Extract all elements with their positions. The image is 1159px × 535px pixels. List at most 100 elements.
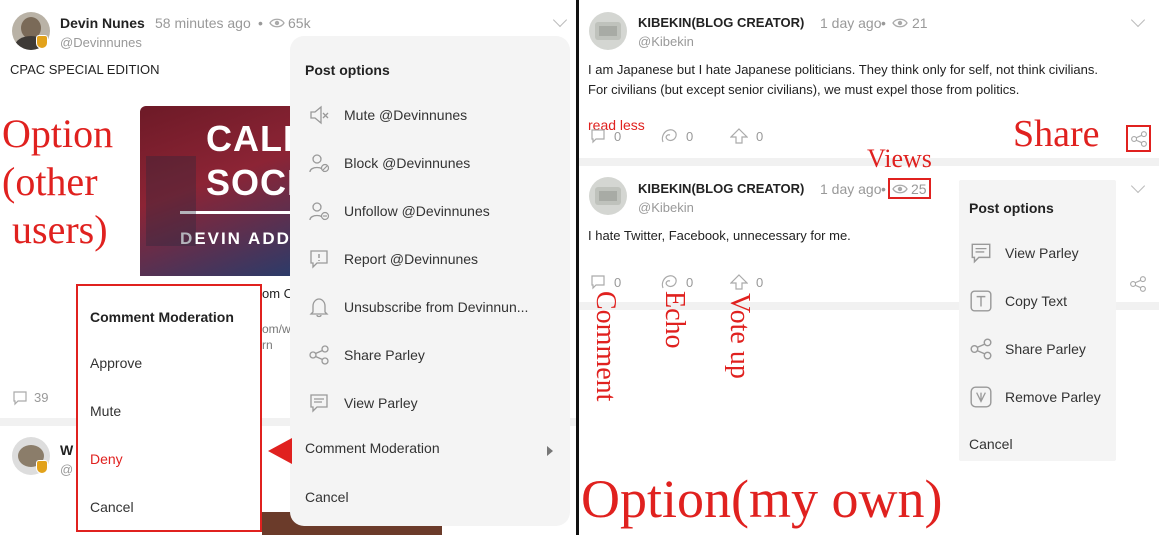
eye-icon xyxy=(892,18,908,28)
view-parley-option[interactable]: View Parley xyxy=(969,241,1079,265)
view-count: 65k xyxy=(288,15,311,31)
echo-action[interactable]: 0 xyxy=(660,274,693,290)
report-user-option[interactable]: Report @Devinnunes xyxy=(308,248,478,270)
echo-icon xyxy=(661,129,677,143)
arrow-up-icon xyxy=(730,128,748,144)
eye-icon xyxy=(269,18,285,28)
comment-action[interactable]: 0 xyxy=(590,128,621,144)
block-user-option[interactable]: Block @Devinnunes xyxy=(308,152,470,174)
post-author-handle[interactable]: @Devinnunes xyxy=(60,35,142,50)
menu-item-label: Share Parley xyxy=(344,347,425,363)
view-count: 21 xyxy=(912,15,928,31)
share-icon[interactable] xyxy=(1129,275,1147,293)
chevron-down-icon[interactable] xyxy=(552,12,568,28)
menu-item-label: Mute @Devinnunes xyxy=(344,107,468,123)
speech-bubble-icon xyxy=(591,275,605,290)
menu-item-label: Report @Devinnunes xyxy=(344,251,479,267)
post-timestamp: 58 minutes ago xyxy=(155,15,251,31)
speech-bubble-icon[interactable] xyxy=(12,390,28,406)
comment-action[interactable]: 0 xyxy=(590,274,621,290)
share-parley-option[interactable]: Share Parley xyxy=(308,344,425,366)
post-timestamp: 1 day ago xyxy=(820,15,882,31)
unfollow-user-option[interactable]: Unfollow @Devinnunes xyxy=(308,200,490,222)
post-author-name[interactable]: Devin Nunes xyxy=(60,15,145,31)
chevron-down-icon[interactable] xyxy=(1130,178,1146,194)
post-options-title: Post options xyxy=(969,200,1054,216)
report-icon xyxy=(310,250,328,269)
post-text-line: I am Japanese but I hate Japanese politi… xyxy=(588,62,1098,77)
arrow-up-icon xyxy=(730,274,748,290)
image-text-line: SOCIA xyxy=(206,162,290,203)
bell-icon xyxy=(309,298,329,318)
annotation-option-other: (other xyxy=(2,159,98,204)
share-icon xyxy=(309,345,329,365)
annotation-option-other: users) xyxy=(12,207,108,252)
vote-up-action[interactable]: 0 xyxy=(730,128,763,144)
post-image[interactable]: CALIF SOCIA DEVIN ADDR xyxy=(140,106,290,276)
menu-item-label: Comment Moderation xyxy=(305,440,440,456)
post-author-name[interactable]: KIBEKIN(BLOG CREATOR) xyxy=(638,15,804,30)
unfollow-icon xyxy=(309,202,330,221)
right-panel: KIBEKIN(BLOG CREATOR) 1 day ago • 21 @Ki… xyxy=(579,0,1159,535)
comment-moderation-title: Comment Moderation xyxy=(90,309,234,325)
post-options-menu: Post options Mute @Devinnunes Block @Dev… xyxy=(290,36,570,526)
comment-count: 39 xyxy=(34,390,49,405)
menu-item-label: Unfollow @Devinnunes xyxy=(344,203,490,219)
verified-badge-icon xyxy=(36,460,48,474)
image-text-line: DEVIN ADDR xyxy=(180,229,290,248)
share-icon[interactable] xyxy=(1130,130,1148,148)
view-parley-option[interactable]: View Parley xyxy=(308,392,418,414)
menu-item-label: Unsubscribe from Devinnun... xyxy=(344,299,529,315)
annotation-share: Share xyxy=(1013,113,1100,155)
menu-item-label: Share Parley xyxy=(1005,341,1086,357)
post-text: CPAC SPECIAL EDITION xyxy=(10,62,160,77)
annotation-comment: Comment xyxy=(590,291,621,402)
speech-bubble-icon xyxy=(591,129,605,144)
own-post-options-menu: Post options View Parley Copy Text Share… xyxy=(959,180,1116,461)
comment-moderation-menu: Comment Moderation Approve Mute Deny Can… xyxy=(76,284,262,532)
link-preview-title[interactable]: om C xyxy=(262,284,293,304)
comment-count: 0 xyxy=(614,274,622,290)
remove-parley-option[interactable]: Remove Parley xyxy=(969,385,1101,409)
view-parley-icon xyxy=(971,243,991,264)
unsubscribe-option[interactable]: Unsubscribe from Devinnun... xyxy=(308,296,528,318)
post2-author-name[interactable]: W xyxy=(60,442,73,458)
mute-icon xyxy=(310,105,329,125)
cancel-button[interactable]: Cancel xyxy=(90,499,134,515)
kibekin-avatar[interactable] xyxy=(589,12,627,50)
annotation-option-other: Option xyxy=(2,111,114,156)
cancel-button[interactable]: Cancel xyxy=(305,489,349,505)
annotation-views: Views xyxy=(867,144,932,173)
echo-action[interactable]: 0 xyxy=(660,128,693,144)
view-count: 25 xyxy=(911,181,927,197)
post-author-handle[interactable]: @Kibekin xyxy=(638,200,694,215)
chevron-down-icon[interactable] xyxy=(1130,12,1146,28)
cancel-button[interactable]: Cancel xyxy=(969,436,1013,452)
comment-count: 0 xyxy=(614,128,622,144)
image-rule xyxy=(180,211,290,214)
copy-text-option[interactable]: Copy Text xyxy=(969,289,1067,313)
post-author-handle[interactable]: @Kibekin xyxy=(638,34,694,49)
mute-user-option[interactable]: Mute @Devinnunes xyxy=(308,104,467,126)
comment-moderation-option[interactable]: Comment Moderation xyxy=(305,440,440,456)
image-figure xyxy=(146,156,196,246)
share-parley-option[interactable]: Share Parley xyxy=(969,337,1086,361)
vote-up-action[interactable]: 0 xyxy=(730,274,763,290)
post2-author-handle[interactable]: @ xyxy=(60,462,73,477)
echo-count: 0 xyxy=(686,274,694,290)
kibekin-avatar[interactable] xyxy=(589,177,627,215)
menu-item-label: Block @Devinnunes xyxy=(344,155,471,171)
annotation-option-own: Option(my own) xyxy=(581,469,943,529)
mute-option[interactable]: Mute xyxy=(90,403,121,419)
eye-icon xyxy=(892,184,908,194)
vote-count: 0 xyxy=(756,128,764,144)
post-text: I hate Twitter, Facebook, unnecessary fo… xyxy=(588,228,851,243)
image-text-line: CALIF xyxy=(206,118,290,159)
post-author-name[interactable]: KIBEKIN(BLOG CREATOR) xyxy=(638,181,804,196)
approve-option[interactable]: Approve xyxy=(90,355,142,371)
deny-option[interactable]: Deny xyxy=(90,451,123,467)
view-parley-icon xyxy=(310,394,328,413)
post-options-title: Post options xyxy=(305,62,390,78)
block-user-icon xyxy=(309,154,330,173)
echo-count: 0 xyxy=(686,128,694,144)
